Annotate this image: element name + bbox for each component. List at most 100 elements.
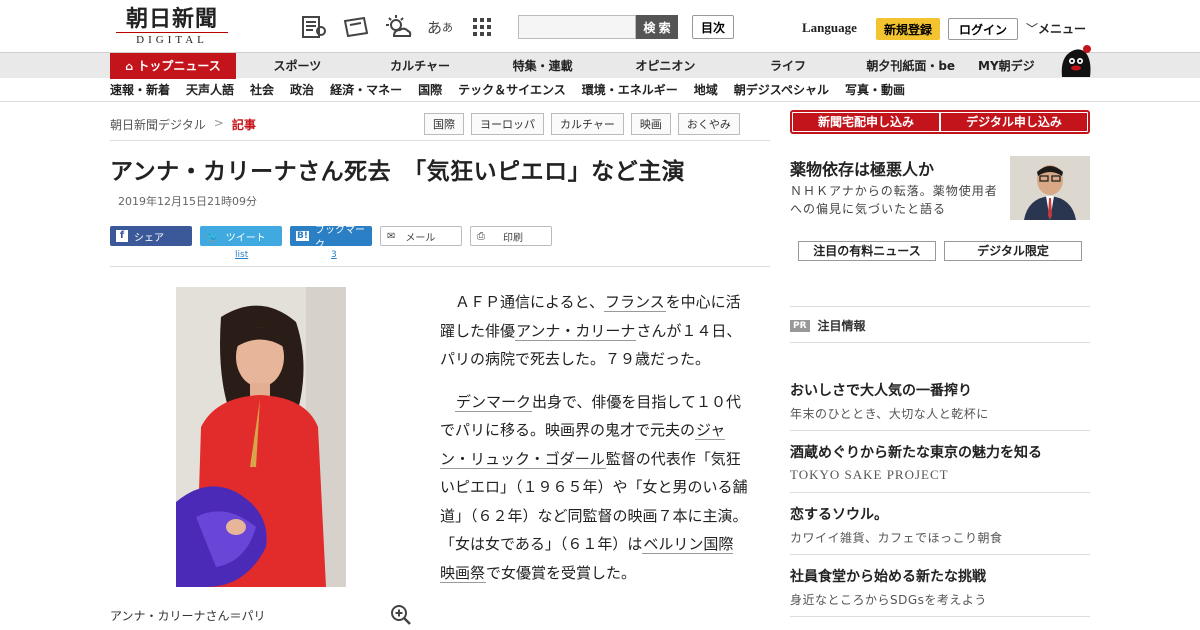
tab-digital-only[interactable]: デジタル限定 xyxy=(944,241,1082,261)
pr-item[interactable]: 恋するソウル。 カワイイ雑貨、カフェでほっこり朝食 xyxy=(790,504,1090,546)
font-size-icon[interactable]: ああ xyxy=(426,14,454,40)
pr-label: 注目情報 xyxy=(817,319,866,333)
link-france[interactable]: フランス xyxy=(603,293,666,312)
subnav-item-economy[interactable]: 経済・マネー xyxy=(330,78,402,102)
subnav-item-latest[interactable]: 速報・新着 xyxy=(110,78,170,102)
nav-item-paper[interactable]: 朝夕刊紙面・be xyxy=(849,53,972,79)
ticket-icon[interactable] xyxy=(342,14,370,40)
subnav-item-environment[interactable]: 環境・エネルギー xyxy=(582,78,678,102)
logo-sub-text: DIGITAL xyxy=(116,32,228,46)
pr-badge: PR xyxy=(790,319,810,332)
nav-item-top-news[interactable]: ⌂ トップニュース xyxy=(110,53,236,79)
facebook-share-button[interactable]: f シェア xyxy=(110,226,192,246)
logo-main-text: 朝日新聞 xyxy=(125,6,218,32)
nav-item-opinion[interactable]: オピニオン xyxy=(604,53,727,79)
site-logo[interactable]: 朝日新聞 DIGITAL xyxy=(116,8,228,46)
nav-item-label: トップニュース xyxy=(137,59,221,73)
menu-label: メニュー xyxy=(1038,22,1087,36)
divider xyxy=(110,266,770,267)
breadcrumb-current: 記事 xyxy=(231,118,256,132)
sub-nav: 速報・新着 天声人語 社会 政治 経済・マネー 国際 テック＆サイエンス 環境・… xyxy=(0,78,1200,102)
pr-item[interactable]: おいしさで大人気の一番搾り 年末のひととき、大切な人と乾杯に xyxy=(790,380,1090,422)
link-denmark[interactable]: デンマーク xyxy=(455,392,533,412)
feature-description: ＮＨＫアナからの転落。薬物使用者への偏見に気づいたと語る xyxy=(790,184,998,216)
article-paragraph: デンマーク出身で、俳優を目指して１０代でパリに移る。映画界の鬼才で元夫のジャン・… xyxy=(440,388,748,588)
chevron-down-icon: ﹀ xyxy=(1026,22,1039,36)
nav-item-features[interactable]: 特集・連載 xyxy=(481,53,604,79)
text-segment: で女優賞を受賞した。 xyxy=(486,563,637,582)
subnav-item-society[interactable]: 社会 xyxy=(250,78,274,102)
divider xyxy=(790,492,1090,493)
article-body: ＡＦＰ通信によると、フランスを中心に活躍した俳優アンナ・カリーナさんが１４日、パ… xyxy=(440,288,748,601)
tag-obituary[interactable]: おくやみ xyxy=(677,113,740,135)
subnav-item-photo[interactable]: 写真・動画 xyxy=(845,78,905,102)
hatena-icon: B! xyxy=(296,231,309,241)
subnav-item-special[interactable]: 朝デジスペシャル xyxy=(734,78,829,102)
weather-icon[interactable] xyxy=(384,14,412,40)
mail-share-button[interactable]: ✉ メール xyxy=(380,226,462,246)
mail-icon: ✉ xyxy=(387,230,396,242)
feature-thumbnail[interactable] xyxy=(1010,156,1090,220)
newspaper-subscribe-button[interactable]: 新聞宅配申し込み xyxy=(793,113,939,131)
link-anna-karina[interactable]: アンナ・カリーナ xyxy=(515,321,637,341)
mail-share-label: メール xyxy=(405,232,436,244)
language-link[interactable]: Language xyxy=(802,20,857,36)
feature-title[interactable]: 薬物依存は極悪人か xyxy=(790,156,934,180)
divider xyxy=(790,616,1090,617)
header-icons: ああ xyxy=(300,14,496,40)
zoom-icon[interactable] xyxy=(390,604,412,626)
tag-culture[interactable]: カルチャー xyxy=(551,113,624,135)
pr-item-title: 酒蔵めぐりから新たな東京の魅力を知る xyxy=(790,445,1042,461)
breadcrumb-separator: > xyxy=(213,116,224,130)
divider xyxy=(110,140,770,141)
divider xyxy=(790,342,1090,343)
pr-header: PR 注目情報 xyxy=(790,317,866,334)
hatena-count[interactable]: 3 xyxy=(331,250,337,260)
facebook-icon: f xyxy=(116,230,128,242)
subnav-item-politics[interactable]: 政治 xyxy=(290,78,314,102)
menu-button[interactable]: ﹀メニュー xyxy=(1026,20,1086,37)
subnav-item-international[interactable]: 国際 xyxy=(418,78,442,102)
article-paragraph: ＡＦＰ通信によると、フランスを中心に活躍した俳優アンナ・カリーナさんが１４日、パ… xyxy=(440,288,748,374)
nav-item-life[interactable]: ライフ xyxy=(727,53,850,79)
pr-item-subtitle: TOKYO SAKE PROJECT xyxy=(790,467,949,482)
nav-item-culture[interactable]: カルチャー xyxy=(359,53,482,79)
pr-item[interactable]: 酒蔵めぐりから新たな東京の魅力を知る TOKYO SAKE PROJECT xyxy=(790,442,1090,483)
newspaper-icon[interactable] xyxy=(300,14,328,40)
tab-paid-news[interactable]: 注目の有料ニュース xyxy=(798,241,936,261)
twitter-share-label: ツイート xyxy=(225,232,266,244)
nav-item-sports[interactable]: スポーツ xyxy=(236,53,359,79)
subnav-item-tech[interactable]: テック＆サイエンス xyxy=(458,78,566,102)
digital-subscribe-button[interactable]: デジタル申し込み xyxy=(941,113,1087,131)
tag-movie[interactable]: 映画 xyxy=(630,113,671,135)
search-input[interactable] xyxy=(518,15,636,39)
article-date: 2019年12月15日21時09分 xyxy=(118,195,257,208)
mascot-icon[interactable] xyxy=(1058,43,1094,79)
login-button[interactable]: ログイン xyxy=(948,18,1018,40)
home-icon: ⌂ xyxy=(125,60,134,73)
twitter-icon: 🐦 xyxy=(206,229,220,243)
breadcrumb-root[interactable]: 朝日新聞デジタル xyxy=(110,116,206,133)
grid-icon[interactable] xyxy=(468,14,496,40)
print-label: 印刷 xyxy=(503,232,523,244)
text-segment: ＡＦＰ通信によると、 xyxy=(455,293,604,311)
toc-button[interactable]: 目次 xyxy=(692,15,734,39)
pr-item[interactable]: 社員食堂から始める新たな挑戦 身近なところからSDGsを考えよう xyxy=(790,566,1090,608)
register-button[interactable]: 新規登録 xyxy=(876,18,940,40)
twitter-share-button[interactable]: 🐦 ツイート xyxy=(200,226,282,246)
hatena-bookmark-button[interactable]: B! ブックマーク xyxy=(290,225,372,251)
subnav-item-tenseijingo[interactable]: 天声人語 xyxy=(186,78,234,102)
tag-europe[interactable]: ヨーロッパ xyxy=(471,113,544,135)
sidebar-tabs: 注目の有料ニュース デジタル限定 xyxy=(798,241,1082,261)
subnav-item-region[interactable]: 地域 xyxy=(694,78,718,102)
subscription-buttons: 新聞宅配申し込み デジタル申し込み xyxy=(790,110,1090,134)
tag-international[interactable]: 国際 xyxy=(424,113,464,135)
facebook-share-label: シェア xyxy=(134,232,164,244)
hatena-bookmark-label: ブックマーク xyxy=(314,225,365,251)
search-button[interactable]: 検 索 xyxy=(636,15,678,39)
print-button[interactable]: ⎙ 印刷 xyxy=(470,226,552,246)
pr-item-subtitle: 年末のひととき、大切な人と乾杯に xyxy=(790,407,989,421)
twitter-count[interactable]: list xyxy=(235,250,248,260)
article-photo[interactable] xyxy=(176,287,346,587)
article-tags: 国際 ヨーロッパ カルチャー 映画 おくやみ xyxy=(424,113,740,135)
